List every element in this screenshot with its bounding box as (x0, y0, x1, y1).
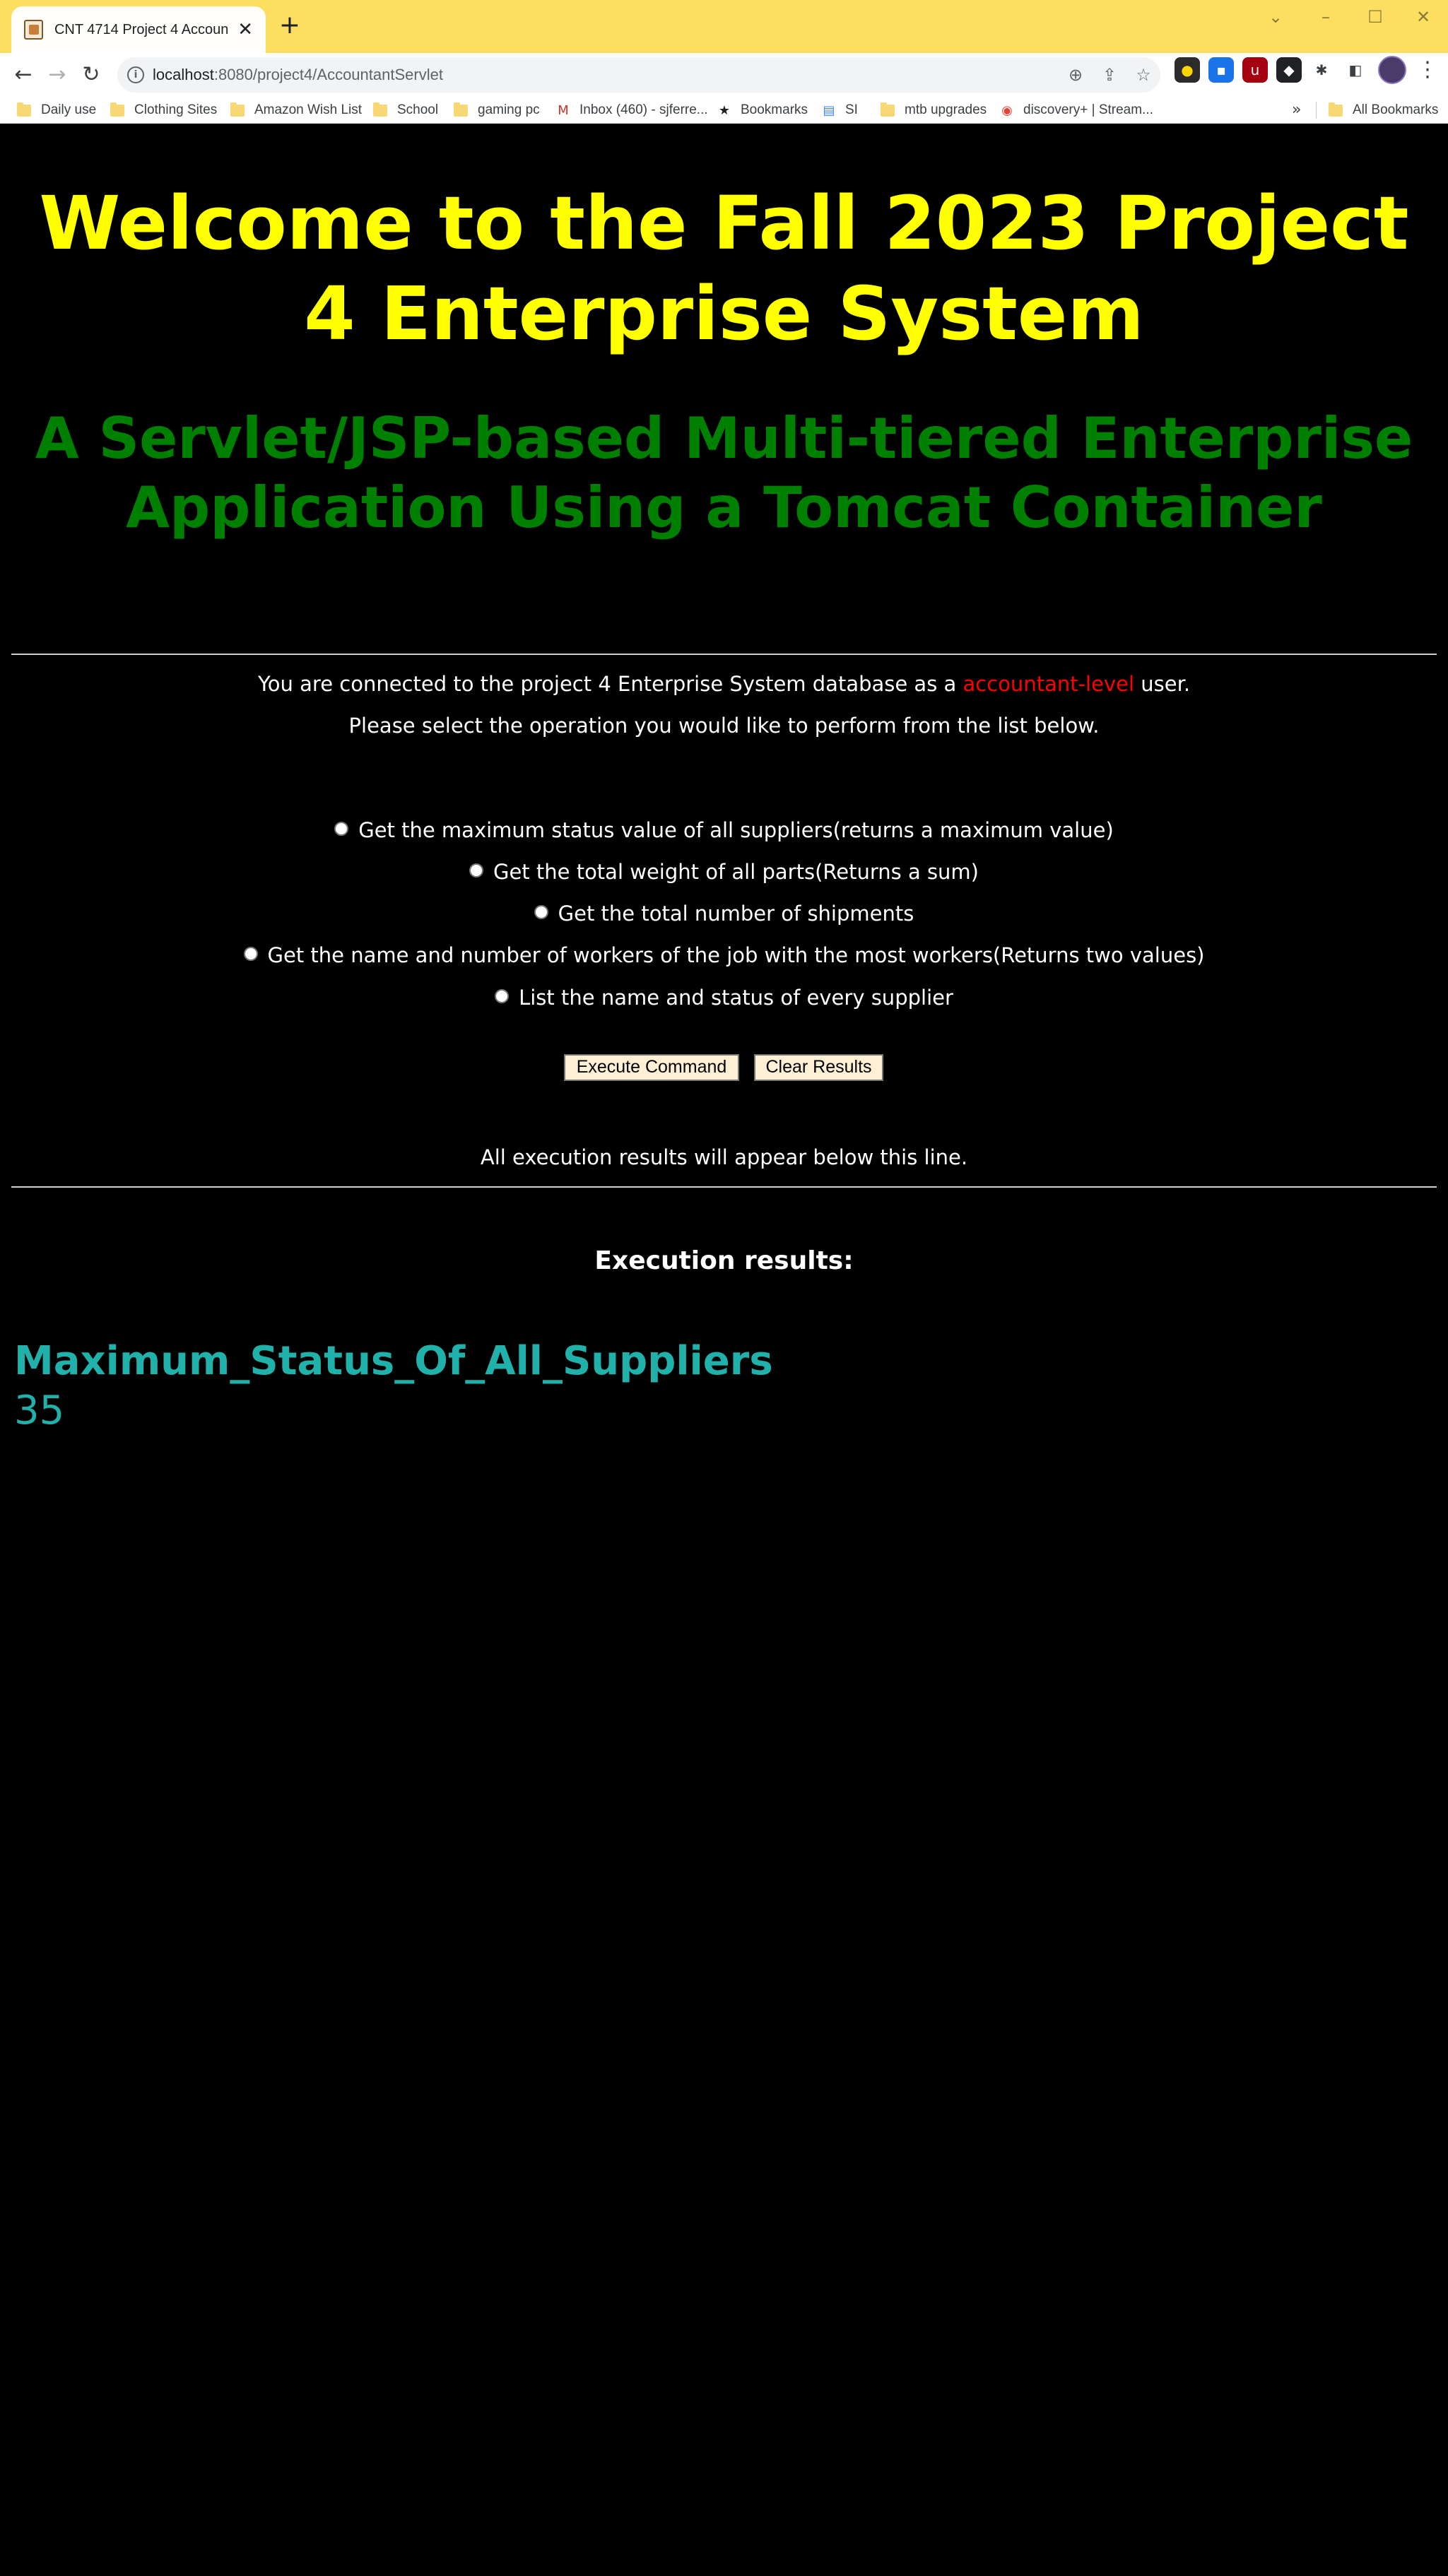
forward-icon[interactable]: → (42, 60, 72, 90)
bookmark-star-icon[interactable]: ☆ (1132, 64, 1155, 86)
share-icon[interactable]: ⇪ (1098, 64, 1121, 86)
option-row[interactable]: Get the name and number of workers of th… (0, 941, 1448, 969)
discovery-icon: ◉ (1001, 102, 1013, 118)
option-row[interactable]: List the name and status of every suppli… (0, 983, 1448, 1012)
folder-icon (17, 102, 31, 117)
option-row[interactable]: Get the total weight of all parts(Return… (0, 858, 1448, 886)
bookmark-label: gaming pc (478, 102, 540, 117)
url-host: localhost (153, 66, 214, 83)
option-row[interactable]: Get the maximum status value of all supp… (0, 816, 1448, 844)
browser-chrome: CNT 4714 Project 4 Accountant ✕ + ⌄ – ☐ … (0, 0, 1448, 124)
bookmark-label: Inbox (460) - sjferre... (579, 102, 708, 117)
profile-avatar[interactable] (1378, 56, 1406, 84)
folder-icon (230, 102, 245, 117)
option-radio[interactable] (334, 822, 349, 836)
folder-icon (110, 102, 124, 117)
url-text: localhost:8080/project4/AccountantServle… (153, 66, 443, 84)
page-title: Welcome to the Fall 2023 Project 4 Enter… (39, 180, 1409, 357)
reload-icon[interactable]: ↻ (76, 60, 106, 90)
bookmark-item[interactable]: School (373, 100, 438, 121)
results-heading: Execution results: (594, 1246, 854, 1275)
bookmark-item[interactable]: M Inbox (460) - sjferre... (555, 100, 708, 121)
bookmark-label: Amazon Wish List (254, 102, 363, 117)
option-radio[interactable] (495, 989, 510, 1003)
address-bar[interactable]: i localhost:8080/project4/AccountantServ… (117, 57, 1160, 93)
option-label: Get the total weight of all parts(Return… (493, 860, 979, 884)
bookmark-label: discovery+ | Stream... (1023, 102, 1153, 117)
tab-title: CNT 4714 Project 4 Accountant (54, 21, 228, 37)
bookmark-label: SI (845, 102, 858, 117)
connection-prefix: You are connected to the project 4 Enter… (257, 672, 963, 696)
bookmark-item[interactable]: Daily use (17, 100, 96, 121)
side-panel-icon[interactable]: ◧ (1343, 57, 1368, 83)
page-subtitle: A Servlet/JSP-based Multi-tiered Enterpr… (35, 406, 1413, 540)
folder-icon (1329, 102, 1343, 117)
star-icon: ★ (718, 102, 731, 118)
all-bookmarks-label: All Bookmarks (1353, 102, 1439, 117)
divider-top (11, 654, 1437, 655)
bookmarks-bar: Daily use Clothing Sites Amazon Wish Lis… (0, 97, 1448, 124)
docs-icon: ▤ (823, 102, 835, 118)
option-row[interactable]: Get the total number of shipments (0, 899, 1448, 928)
url-path: :8080/project4/AccountantServlet (213, 66, 443, 83)
extensions-puzzle-icon[interactable]: ✱ (1309, 57, 1334, 83)
bookmark-label: Daily use (41, 102, 97, 117)
bookmark-label: Bookmarks (741, 102, 808, 117)
bookmark-item[interactable]: mtb upgrades (881, 100, 987, 121)
all-bookmarks[interactable]: All Bookmarks (1329, 100, 1438, 121)
folder-icon (881, 102, 895, 117)
bookmark-item[interactable]: Amazon Wish List (230, 100, 362, 121)
page-content: Welcome to the Fall 2023 Project 4 Enter… (0, 124, 1448, 2576)
option-radio[interactable] (243, 947, 258, 961)
extension-blue-icon[interactable]: ▪ (1208, 57, 1234, 83)
active-tab[interactable]: CNT 4714 Project 4 Accountant ✕ (11, 6, 266, 53)
connection-suffix: user. (1134, 672, 1191, 696)
execute-command-button[interactable]: Execute Command (564, 1054, 739, 1081)
folder-icon (454, 102, 468, 117)
bookmark-label: School (397, 102, 439, 117)
tab-close-icon[interactable]: ✕ (237, 20, 253, 39)
extension-ublock-icon[interactable]: u (1242, 57, 1268, 83)
result-value: 35 (14, 1388, 65, 1434)
page-favicon-icon (24, 20, 43, 40)
divider-bottom (11, 1186, 1437, 1188)
site-info-icon[interactable]: i (127, 66, 144, 83)
bookmark-item[interactable]: gaming pc (454, 100, 540, 121)
maximize-icon[interactable]: ☐ (1354, 4, 1396, 30)
bookmark-item[interactable]: Clothing Sites (110, 100, 217, 121)
result-column-header: Maximum_Status_Of_All_Suppliers (14, 1338, 773, 1384)
instructions: Please select the operation you would li… (348, 714, 1100, 738)
option-label: Get the total number of shipments (558, 902, 914, 926)
bookmark-item[interactable]: ▤ SI (821, 100, 858, 121)
bookmark-item[interactable]: ◉ discovery+ | Stream... (999, 100, 1153, 121)
option-radio[interactable] (469, 863, 483, 878)
bookmark-label: mtb upgrades (905, 102, 987, 117)
new-tab-icon[interactable]: + (276, 11, 304, 40)
tab-strip: CNT 4714 Project 4 Accountant ✕ + ⌄ – ☐ … (0, 0, 1448, 53)
option-label: Get the maximum status value of all supp… (358, 818, 1114, 842)
connection-status: You are connected to the project 4 Enter… (0, 672, 1448, 696)
bookmarks-overflow-icon[interactable]: » (1292, 97, 1301, 124)
minimize-icon[interactable]: – (1305, 4, 1347, 30)
back-icon[interactable]: ← (8, 60, 38, 90)
bookmarks-divider (1316, 102, 1317, 119)
zoom-icon[interactable]: ⊕ (1064, 64, 1087, 86)
option-label: List the name and status of every suppli… (519, 986, 953, 1010)
window-close-icon[interactable]: ✕ (1402, 4, 1444, 30)
user-role: accountant-level (963, 672, 1135, 696)
clear-results-button[interactable]: Clear Results (754, 1054, 883, 1081)
results-note: All execution results will appear below … (480, 1145, 968, 1169)
folder-icon (373, 102, 387, 117)
option-label: Get the name and number of workers of th… (267, 943, 1205, 967)
extension-honey-icon[interactable]: ● (1175, 57, 1200, 83)
extension-dark-icon[interactable]: ◆ (1276, 57, 1302, 83)
tab-search-chevron-icon[interactable]: ⌄ (1254, 4, 1297, 30)
bookmark-label: Clothing Sites (134, 102, 218, 117)
bookmark-item[interactable]: ★ Bookmarks (717, 100, 808, 121)
option-radio[interactable] (534, 905, 548, 919)
gmail-icon: M (558, 102, 569, 118)
browser-menu-icon[interactable]: ⋮ (1417, 56, 1438, 84)
